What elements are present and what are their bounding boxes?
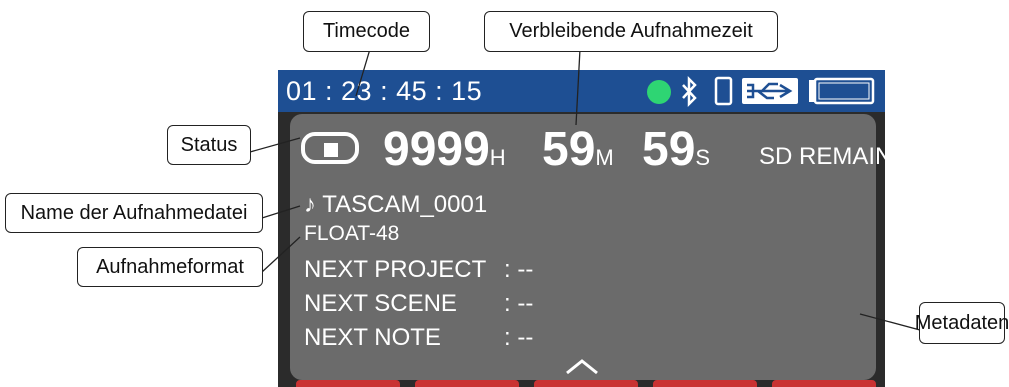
leader-remaining: [563, 48, 581, 126]
callout-format: Aufnahmeformat: [77, 247, 263, 287]
leader-status: [249, 137, 301, 153]
leader-metadata: [859, 313, 921, 331]
leader-timecode: [352, 48, 371, 97]
callout-remaining-time: Verbleibende Aufnahmezeit: [484, 11, 778, 52]
callout-metadata: Metadaten: [915, 302, 1009, 344]
leader-filename: [261, 203, 301, 219]
leader-format: [261, 236, 301, 274]
callout-status: Status: [167, 125, 251, 165]
callout-timecode: Timecode: [303, 11, 430, 52]
callout-filename: Name der Aufnahmedatei: [5, 193, 263, 233]
